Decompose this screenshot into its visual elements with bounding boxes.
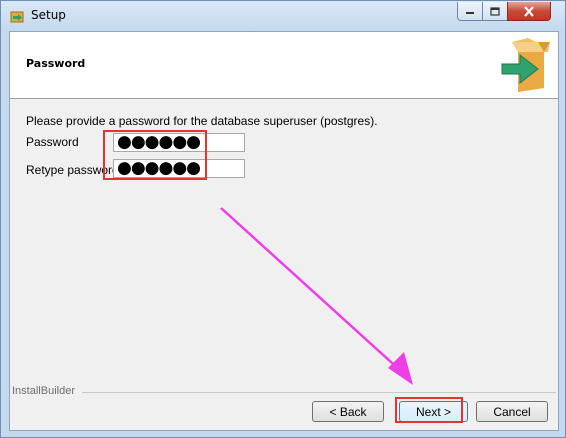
title-bar[interactable]: Setup — [1, 1, 565, 31]
page-title: Password — [26, 57, 86, 70]
page-header: Password — [10, 32, 558, 99]
dialog-client-area: Password Please provide a password for t… — [9, 31, 559, 431]
back-button[interactable]: < Back — [312, 401, 384, 422]
footer-divider — [82, 392, 556, 393]
installbuilder-brand: InstallBuilder — [12, 385, 78, 397]
installer-box-icon — [501, 38, 550, 92]
maximize-button[interactable] — [482, 2, 508, 21]
password-instructions: Please provide a password for the databa… — [26, 114, 378, 128]
setup-window: Setup Password Please provide a password… — [0, 0, 566, 438]
next-button-highlight — [395, 397, 463, 423]
maximize-icon — [490, 6, 500, 16]
minimize-icon — [466, 12, 474, 14]
close-button[interactable] — [507, 2, 551, 21]
app-icon — [10, 11, 24, 23]
minimize-button[interactable] — [457, 2, 483, 21]
window-title: Setup — [31, 8, 66, 22]
close-icon — [524, 5, 534, 17]
cancel-button[interactable]: Cancel — [476, 401, 548, 422]
password-label: Password — [26, 135, 79, 149]
password-fields-highlight — [103, 130, 207, 180]
